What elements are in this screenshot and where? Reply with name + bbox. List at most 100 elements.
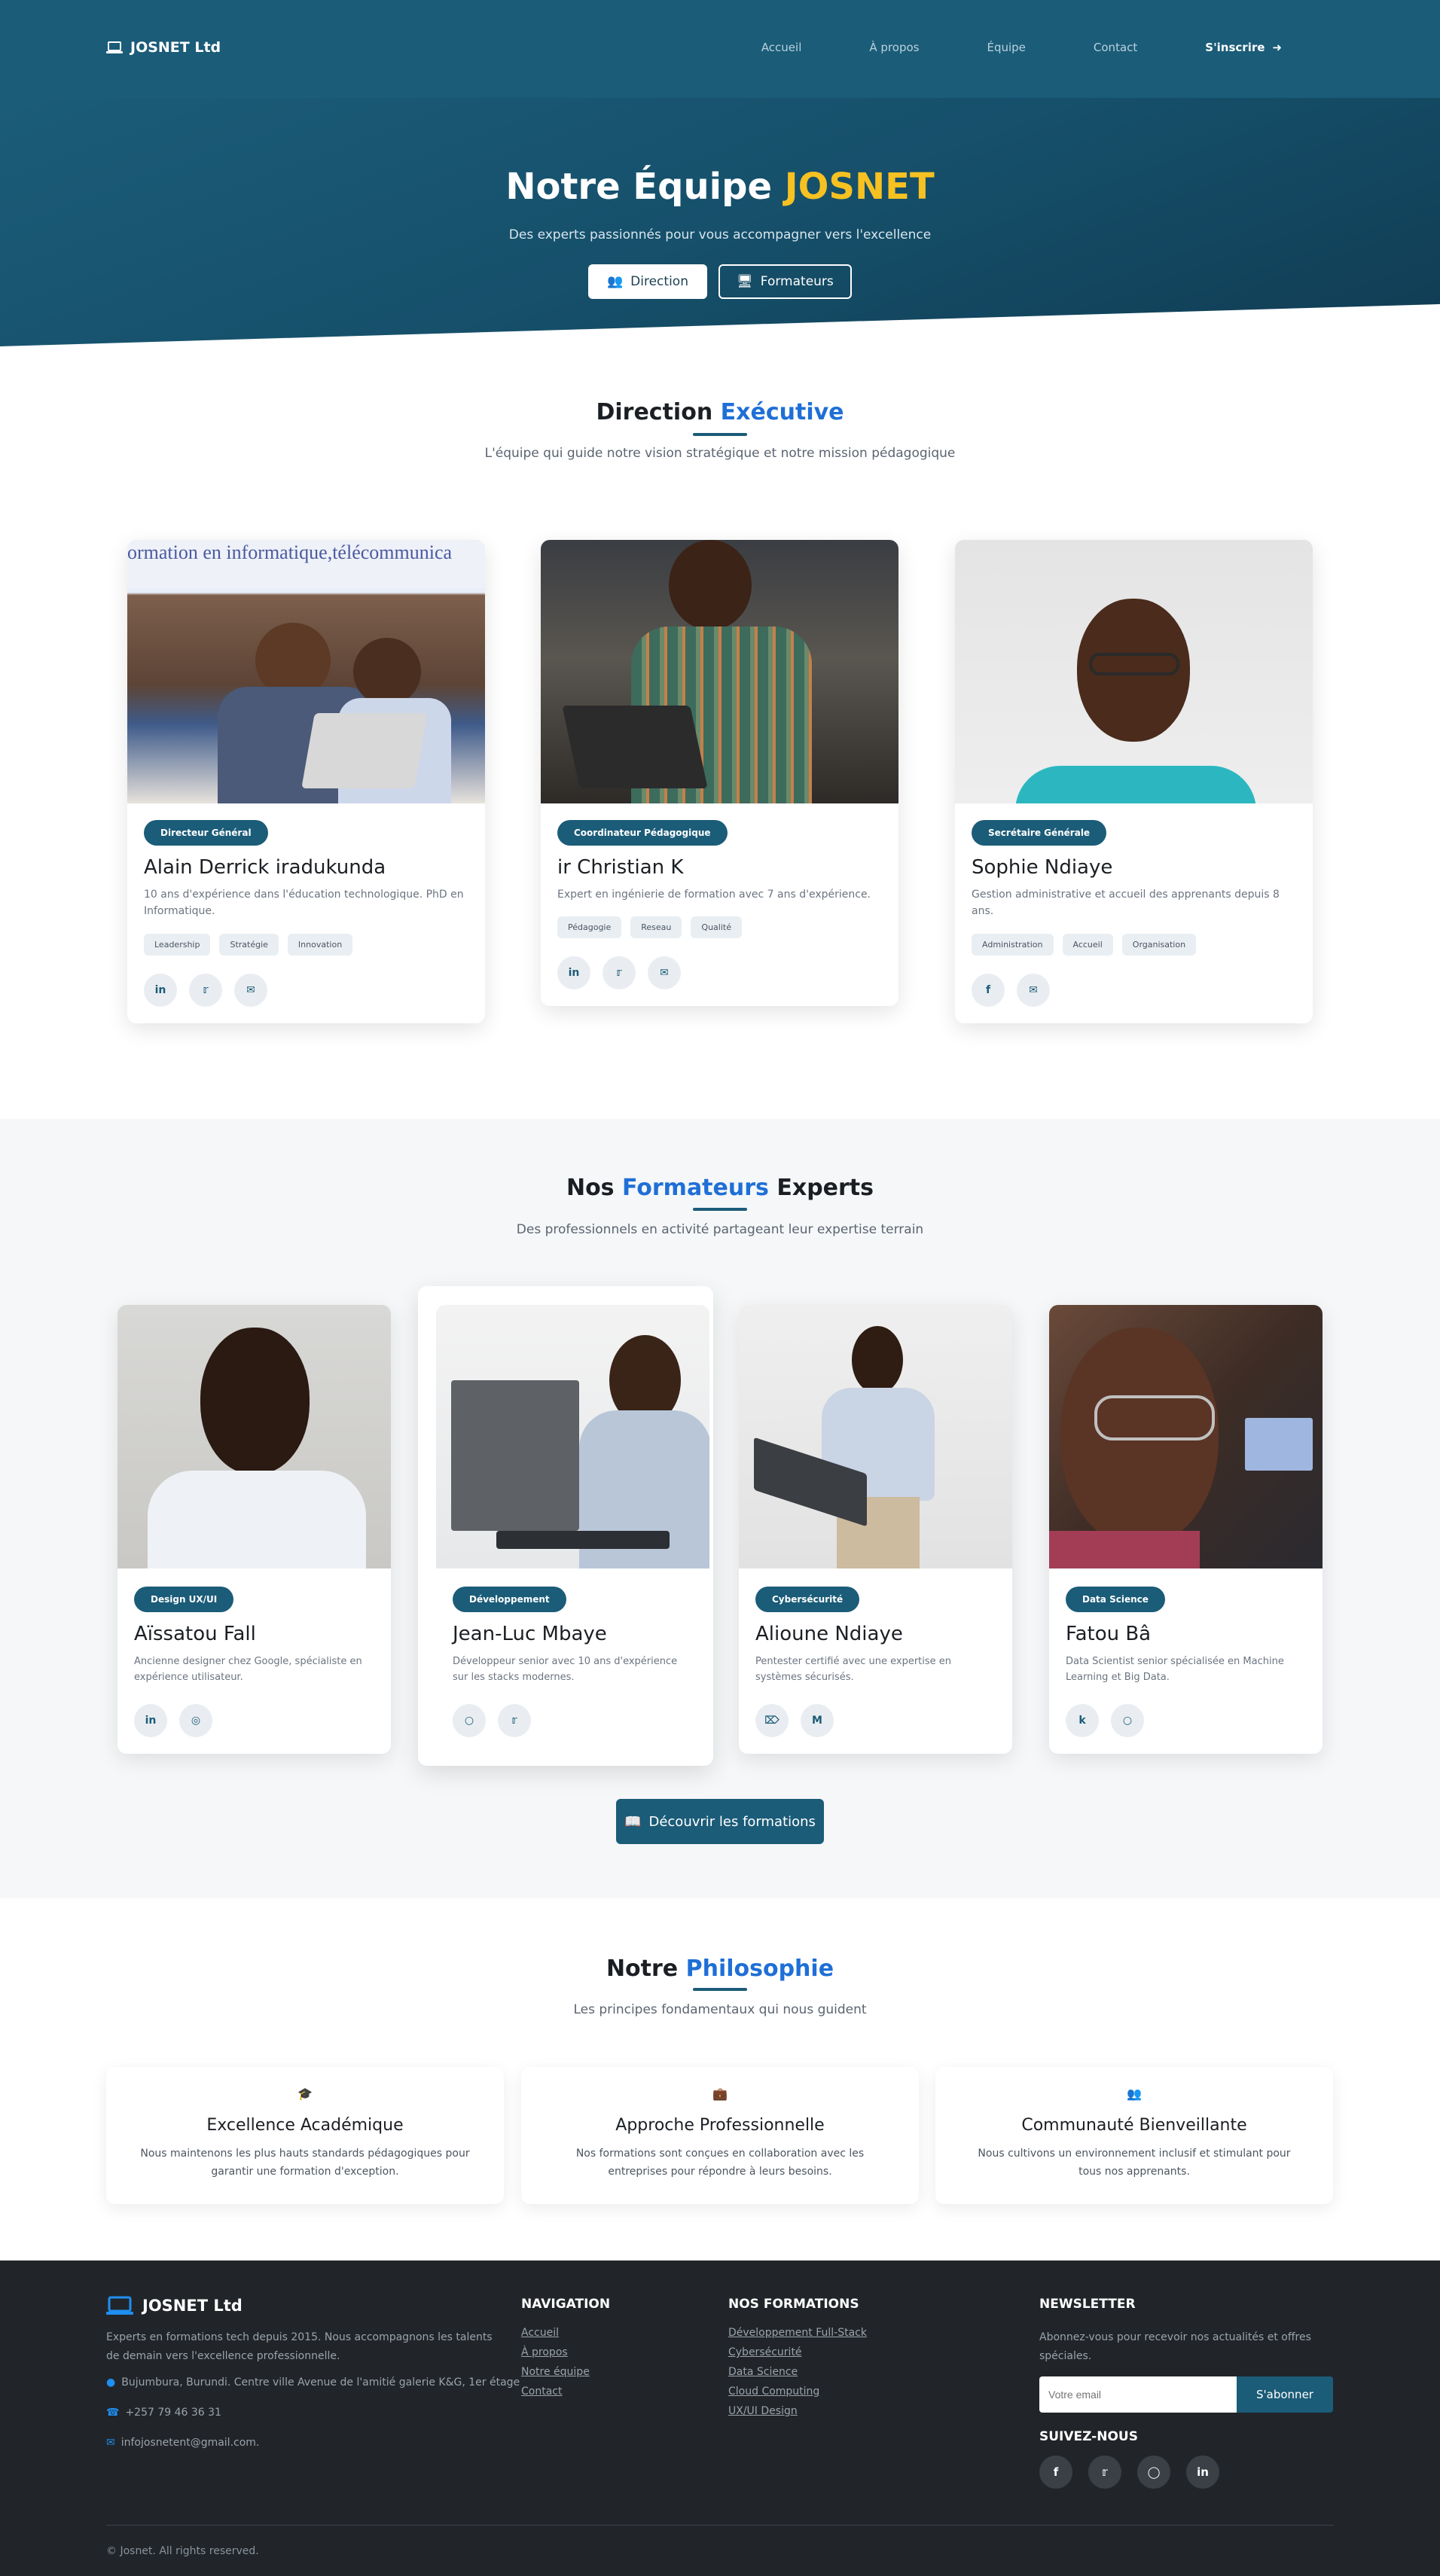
- envelope-icon[interactable]: ✉: [1017, 973, 1050, 1007]
- signup-link[interactable]: S'inscrire ➜: [1205, 41, 1282, 54]
- footer-link-fullstack[interactable]: Développement Full-Stack: [728, 2327, 867, 2339]
- footer-email: ✉ infojosnetent@gmail.com.: [106, 2434, 259, 2453]
- member-photo: [117, 1305, 391, 1568]
- footer-link-a-propos[interactable]: À propos: [521, 2346, 590, 2358]
- nav-link-contact[interactable]: Contact: [1094, 41, 1137, 54]
- section-underline: [693, 433, 747, 436]
- footer-follow-title: SUIVEZ-NOUS: [1039, 2429, 1138, 2444]
- linkedin-icon[interactable]: in: [557, 956, 590, 990]
- newsletter-email-input[interactable]: [1039, 2376, 1237, 2413]
- facebook-icon[interactable]: f: [972, 973, 1005, 1007]
- hero-subtitle: Des experts passionnés pour vous accompa…: [508, 227, 932, 242]
- subscribe-button[interactable]: S'abonner: [1237, 2376, 1333, 2413]
- role-badge: Design UX/UI: [134, 1587, 234, 1612]
- hackerrank-icon[interactable]: ⌦: [755, 1703, 789, 1737]
- footer-email-text: infojosnetent@gmail.com.: [121, 2437, 260, 2449]
- facebook-icon[interactable]: f: [1039, 2456, 1072, 2489]
- github-icon[interactable]: ○: [453, 1703, 486, 1737]
- direction-card: Secrétaire Générale Sophie Ndiaye Gestio…: [955, 540, 1313, 1023]
- linkedin-icon[interactable]: in: [134, 1703, 167, 1737]
- person-head-2: [353, 638, 421, 706]
- footer: JOSNET Ltd Experts en formations tech de…: [0, 2260, 1440, 2576]
- brand-name: JOSNET Ltd: [130, 39, 221, 56]
- social-links: in 𝕣 ✉: [144, 973, 468, 1007]
- philosophie-title-a: Notre: [606, 1956, 679, 1982]
- member-photo: [739, 1305, 1012, 1568]
- hero-title-accent: JOSNET: [784, 166, 935, 208]
- role-badge: Data Science: [1066, 1587, 1165, 1612]
- linkedin-icon[interactable]: in: [144, 973, 177, 1007]
- member-description: Pentester certifié avec une expertise en…: [755, 1656, 952, 1683]
- direction-title: Direction Exécutive: [0, 399, 1440, 425]
- skill-tag: Leadership: [144, 933, 211, 956]
- skill-tags: Administration Accueil Organisation: [972, 933, 1296, 956]
- member-description: Data Scientist senior spécialisée en Mac…: [1066, 1656, 1284, 1683]
- twitter-icon[interactable]: 𝕣: [498, 1703, 531, 1737]
- envelope-icon[interactable]: ✉: [648, 956, 681, 990]
- philosophy-card: 🎓 Excellence Académique Nous maintenons …: [106, 2067, 504, 2204]
- nav-link-equipe[interactable]: Équipe: [987, 41, 1025, 54]
- footer-link-accueil[interactable]: Accueil: [521, 2327, 590, 2339]
- brand-logo[interactable]: JOSNET Ltd: [106, 39, 221, 56]
- twitter-icon[interactable]: 𝕣: [189, 973, 222, 1007]
- skill-tag: Innovation: [287, 933, 353, 956]
- footer-link-contact[interactable]: Contact: [521, 2385, 590, 2398]
- member-photo: [541, 540, 898, 803]
- medium-icon[interactable]: M: [801, 1703, 834, 1737]
- banner-text: ormation en informatique,télécommunica: [127, 540, 485, 588]
- person-head: [852, 1326, 903, 1394]
- direction-button-label: Direction: [630, 274, 688, 289]
- member-description: Ancienne designer chez Google, spécialis…: [134, 1656, 362, 1683]
- graduation-cap-icon: 🎓: [297, 2087, 313, 2101]
- trainer-card: Développement Jean-Luc Mbaye Développeur…: [436, 1305, 709, 1754]
- member-description: Expert en ingénierie de formation avec 7…: [557, 889, 871, 901]
- twitter-icon[interactable]: 𝕣: [603, 956, 636, 990]
- users-icon: 👥: [1127, 2087, 1142, 2101]
- member-photo: [436, 1305, 709, 1568]
- role-badge: Directeur Général: [144, 820, 268, 846]
- hero-title-main: Notre Équipe: [505, 166, 773, 208]
- discover-formations-button[interactable]: 📖 Découvrir les formations: [616, 1799, 824, 1844]
- person-body: [1049, 1531, 1200, 1568]
- instagram-icon[interactable]: ◯: [1137, 2456, 1170, 2489]
- role-badge: Cybersécurité: [755, 1587, 860, 1612]
- footer-link-cloud[interactable]: Cloud Computing: [728, 2385, 867, 2398]
- direction-button[interactable]: 👥 Direction: [588, 264, 707, 299]
- book-open-icon: 📖: [624, 1813, 642, 1830]
- footer-brand[interactable]: JOSNET Ltd: [106, 2296, 243, 2315]
- nav-link-a-propos[interactable]: À propos: [869, 41, 919, 54]
- github-icon[interactable]: ○: [1111, 1703, 1144, 1737]
- skill-tag: Reseau: [630, 916, 682, 939]
- envelope-icon[interactable]: ✉: [234, 973, 267, 1007]
- footer-link-data-science[interactable]: Data Science: [728, 2366, 867, 2378]
- formateurs-button[interactable]: 🖥 Formateurs: [718, 264, 852, 299]
- laptop-icon: [106, 41, 123, 53]
- social-links: ⌦ M: [755, 1703, 996, 1737]
- philosophy-description: Nos formations sont conçues en collabora…: [575, 2148, 865, 2178]
- footer-link-equipe[interactable]: Notre équipe: [521, 2366, 590, 2378]
- formateurs-subtitle: Des professionnels en activité partagean…: [516, 1222, 924, 1237]
- footer-nav-links: Accueil À propos Notre équipe Contact: [521, 2327, 590, 2405]
- footer-newsletter-title: NEWSLETTER: [1039, 2297, 1136, 2312]
- nav-menu: Accueil À propos Équipe Contact S'inscri…: [694, 41, 1282, 54]
- skill-tag: Stratégie: [219, 933, 279, 956]
- footer-link-cybersecurite[interactable]: Cybersécurité: [728, 2346, 867, 2358]
- member-description: Gestion administrative et accueil des ap…: [972, 889, 1280, 918]
- dribbble-icon[interactable]: ◎: [179, 1703, 212, 1737]
- social-links: ○ 𝕣: [453, 1703, 693, 1737]
- monitor: [451, 1380, 579, 1531]
- philosophy-title: Excellence Académique: [206, 2116, 404, 2135]
- formateurs-title-c: Experts: [776, 1175, 874, 1201]
- footer-phone: ☎ +257 79 46 36 31: [106, 2404, 221, 2422]
- glasses: [1089, 653, 1179, 675]
- linkedin-icon[interactable]: in: [1186, 2456, 1219, 2489]
- footer-link-uxui[interactable]: UX/UI Design: [728, 2405, 867, 2417]
- hero-title: Notre Équipe JOSNET: [0, 166, 1440, 208]
- member-description: Développeur senior avec 10 ans d'expérie…: [453, 1656, 678, 1683]
- member-name: Alain Derrick iradukunda: [144, 856, 386, 879]
- footer-nav-title: NAVIGATION: [521, 2297, 611, 2312]
- kaggle-icon[interactable]: k: [1066, 1703, 1099, 1737]
- hero-buttons: 👥 Direction 🖥 Formateurs: [588, 264, 852, 299]
- nav-link-accueil[interactable]: Accueil: [761, 41, 802, 54]
- twitter-icon[interactable]: 𝕣: [1088, 2456, 1121, 2489]
